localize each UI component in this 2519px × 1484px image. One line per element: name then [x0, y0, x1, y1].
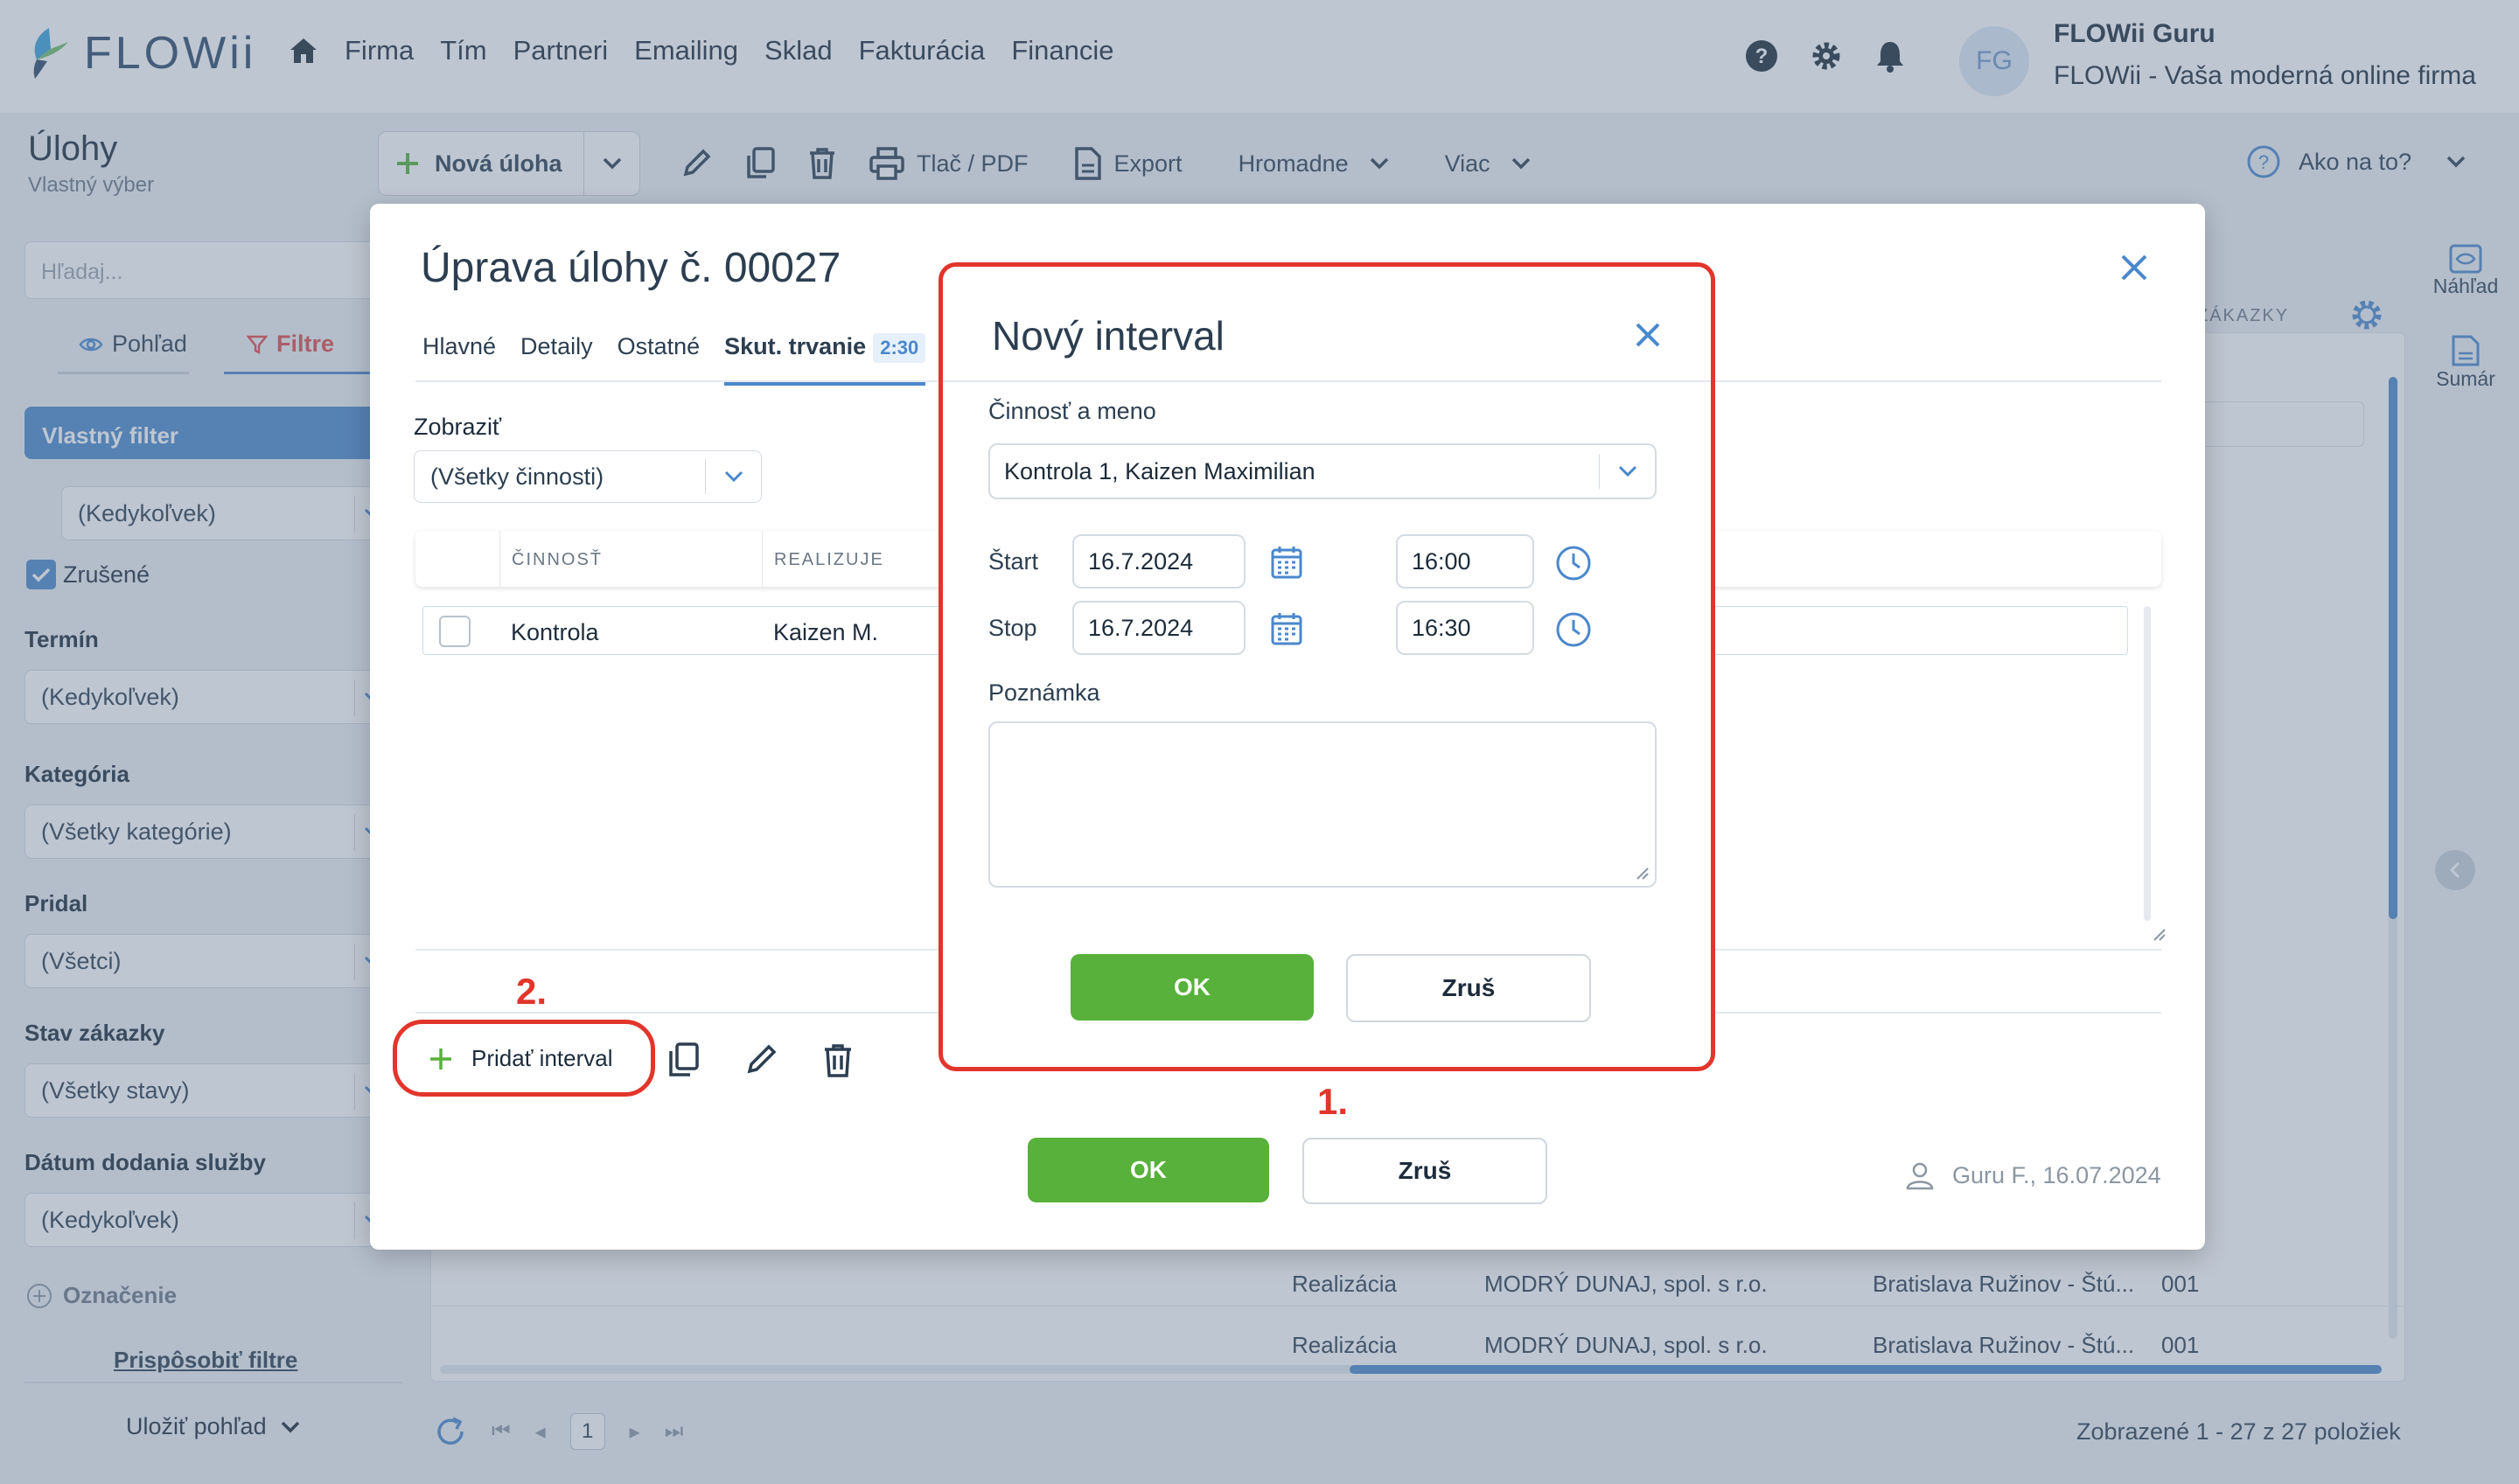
- clock-icon[interactable]: [1555, 611, 1592, 648]
- show-select-value: (Všetky činnosti): [430, 463, 604, 490]
- column-divider: [762, 531, 763, 587]
- resize-handle-icon[interactable]: [2149, 924, 2167, 942]
- stop-time-input[interactable]: 16:30: [1396, 601, 1534, 655]
- copy-icon[interactable]: [667, 1042, 701, 1078]
- col-realizes[interactable]: REALIZUJE: [774, 550, 884, 570]
- duration-badge: 2:30: [873, 333, 926, 363]
- cancel-button[interactable]: Zruš: [1302, 1138, 1547, 1204]
- close-icon[interactable]: [2119, 253, 2149, 282]
- stop-date-input[interactable]: 16.7.2024: [1072, 601, 1246, 655]
- row-activity: Kontrola: [511, 619, 599, 645]
- ok-button[interactable]: OK: [1071, 954, 1314, 1021]
- note-label: Poznámka: [988, 679, 1100, 706]
- ok-button[interactable]: OK: [1028, 1138, 1269, 1202]
- activity-select-value: Kontrola 1, Kaizen Maximilian: [1004, 457, 1315, 484]
- created-info: Guru F., 16.07.2024: [1905, 1160, 2161, 1190]
- close-icon[interactable]: [1634, 321, 1662, 349]
- clock-icon[interactable]: [1555, 545, 1592, 582]
- trash-icon[interactable]: [823, 1043, 853, 1078]
- activity-label: Činnosť a meno: [988, 398, 1156, 424]
- chevron-down-icon: [705, 459, 761, 494]
- start-label: Štart: [988, 548, 1039, 575]
- note-textarea[interactable]: [988, 721, 1657, 888]
- modal-tabs: Hlavné Detaily Ostatné Skut. trvanie 2:30: [422, 333, 926, 386]
- tab-details[interactable]: Detaily: [520, 333, 593, 386]
- start-date-input[interactable]: 16.7.2024: [1072, 534, 1246, 589]
- chevron-down-icon: [1599, 454, 1655, 489]
- row-checkbox[interactable]: [439, 616, 471, 647]
- annotation-step-1: 1.: [1317, 1081, 1349, 1122]
- show-label: Zobraziť: [414, 414, 502, 440]
- column-divider: [499, 531, 500, 587]
- tab-main[interactable]: Hlavné: [422, 333, 496, 386]
- row-person: Kaizen M.: [773, 619, 879, 645]
- edit-icon[interactable]: [744, 1043, 778, 1076]
- sub-modal-title: Nový interval: [992, 313, 1225, 359]
- tab-actual-duration-label: Skut. trvanie: [724, 333, 867, 359]
- show-select[interactable]: (Všetky činnosti): [414, 450, 762, 503]
- stop-label: Stop: [988, 615, 1037, 641]
- sub-modal-divider: [943, 380, 1711, 382]
- user-icon: [1906, 1162, 1934, 1190]
- annotation-highlight-add-interval: [393, 1020, 655, 1097]
- table-scrollbar[interactable]: [2144, 606, 2151, 921]
- modal-title: Úprava úlohy č. 00027: [421, 245, 841, 291]
- tab-other[interactable]: Ostatné: [618, 333, 701, 386]
- calendar-icon[interactable]: [1270, 611, 1303, 646]
- created-info-text: Guru F., 16.07.2024: [1952, 1161, 2161, 1188]
- start-time-input[interactable]: 16:00: [1396, 534, 1534, 589]
- cancel-button[interactable]: Zruš: [1346, 954, 1591, 1022]
- tab-actual-duration[interactable]: Skut. trvanie 2:30: [724, 333, 926, 386]
- new-interval-modal: Nový interval Činnosť a meno Kontrola 1,…: [939, 262, 1715, 1071]
- annotation-step-2: 2.: [516, 971, 548, 1012]
- resize-handle-icon[interactable]: [1634, 865, 1650, 881]
- col-activity[interactable]: ČINNOSŤ: [512, 550, 603, 570]
- calendar-icon[interactable]: [1270, 545, 1303, 580]
- activity-select[interactable]: Kontrola 1, Kaizen Maximilian: [988, 443, 1657, 499]
